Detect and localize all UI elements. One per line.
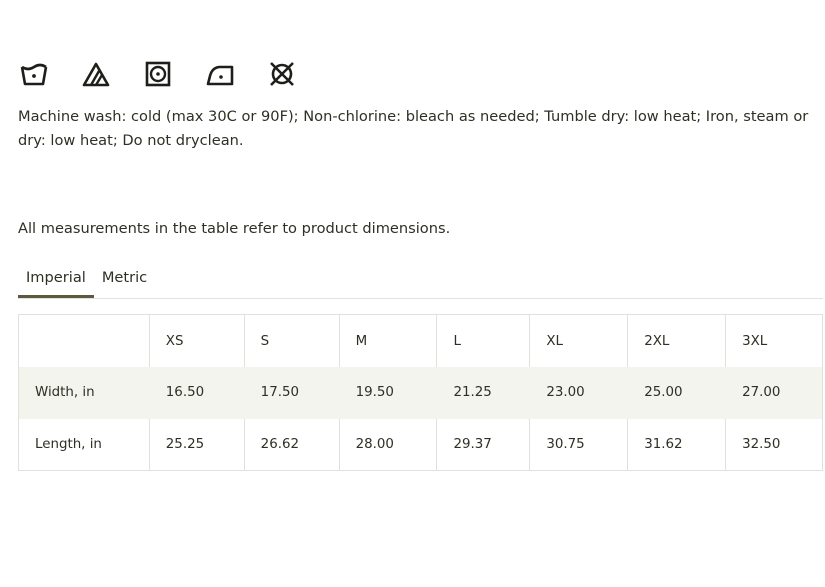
iron-low-icon	[206, 60, 234, 88]
size-header: 3XL	[725, 314, 823, 367]
table-cell: 17.50	[243, 366, 340, 419]
table-cell: 19.50	[338, 366, 437, 419]
non-chlorine-bleach-icon	[82, 60, 110, 88]
size-header: 2XL	[627, 314, 726, 367]
size-header: XS	[148, 314, 245, 367]
table-cell: 26.62	[243, 418, 340, 471]
table-cell: 30.75	[529, 418, 628, 471]
tab-metric[interactable]: Metric	[94, 264, 155, 297]
size-header: XL	[529, 314, 628, 367]
table-cell: 31.62	[627, 418, 726, 471]
table-cell: 28.00	[338, 418, 437, 471]
size-chart-table: XS S M L XL 2XL 3XL Width, in 16.50 17.5…	[18, 314, 823, 471]
table-header-row: XS S M L XL 2XL 3XL	[19, 314, 823, 367]
care-icons-row	[20, 60, 330, 88]
measurement-note: All measurements in the table refer to p…	[18, 220, 451, 237]
row-label: Width, in	[35, 385, 95, 400]
table-cell: 21.25	[436, 366, 530, 419]
table-cell: 32.50	[725, 418, 823, 471]
table-row-length: Length, in 25.25 26.62 28.00 29.37 30.75…	[19, 418, 823, 471]
table-row-width: Width, in 16.50 17.50 19.50 21.25 23.00 …	[18, 366, 823, 419]
size-header: S	[243, 314, 340, 367]
table-cell: 25.00	[627, 366, 726, 419]
do-not-dryclean-icon	[268, 60, 296, 88]
size-header: M	[338, 314, 437, 367]
table-cell: 25.25	[148, 418, 245, 471]
size-header: L	[436, 314, 530, 367]
table-cell: 23.00	[529, 366, 628, 419]
unit-tabs: Imperial Metric	[18, 264, 823, 299]
table-cell: 29.37	[436, 418, 530, 471]
table-corner-cell	[19, 315, 150, 367]
tumble-dry-low-icon	[144, 60, 172, 88]
tab-imperial[interactable]: Imperial	[18, 264, 94, 298]
machine-wash-cold-icon	[20, 60, 48, 88]
row-label: Length, in	[35, 436, 102, 452]
table-cell: 27.00	[725, 366, 823, 419]
care-instructions: Machine wash: cold (max 30C or 90F); Non…	[18, 108, 809, 149]
table-cell: 16.50	[148, 366, 245, 419]
